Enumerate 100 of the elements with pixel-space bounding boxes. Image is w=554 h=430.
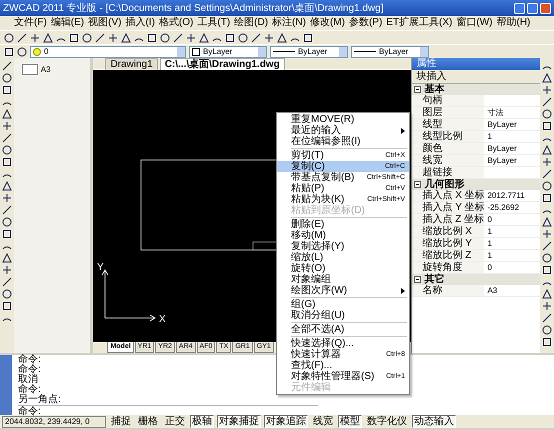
minimize-button[interactable]	[514, 2, 525, 14]
square-icon[interactable]	[69, 32, 79, 42]
menu-item[interactable]: 绘图(D)	[232, 17, 270, 29]
square-icon[interactable]	[225, 32, 235, 42]
menu-item[interactable]: 复制选择(Y)	[277, 241, 409, 252]
property-value[interactable]: 0	[487, 215, 492, 224]
circle-icon[interactable]	[542, 109, 552, 119]
status-toggle[interactable]: 动态输入	[412, 415, 456, 428]
menu-item[interactable]: 全部不选(A)	[277, 324, 409, 335]
status-toggle[interactable]: 线宽	[311, 415, 335, 428]
property-value[interactable]: ByLayer	[487, 120, 517, 129]
line-icon[interactable]	[2, 133, 12, 143]
triangle-icon[interactable]	[542, 217, 552, 227]
menu-item[interactable]: ET扩展工具(X)	[384, 17, 454, 29]
line-icon[interactable]	[542, 169, 552, 179]
square-icon[interactable]	[2, 229, 12, 239]
property-value[interactable]: 1	[487, 239, 492, 248]
cross-icon[interactable]	[2, 193, 12, 203]
circle-icon[interactable]	[542, 253, 552, 263]
menu-item[interactable]: 最近的输入	[277, 125, 409, 136]
menu-item[interactable]: 格式(O)	[156, 17, 196, 29]
menu-item[interactable]: 组(G)	[277, 299, 409, 310]
line-icon[interactable]	[173, 32, 183, 42]
line-icon[interactable]	[17, 32, 27, 42]
status-toggle[interactable]: 正交	[163, 415, 187, 428]
cross-icon[interactable]	[542, 157, 552, 167]
document-tab[interactable]: C:\...\桌面\Drawing1.dwg	[160, 58, 285, 70]
circle-icon[interactable]	[2, 145, 12, 155]
square-icon[interactable]	[542, 337, 552, 347]
square-icon[interactable]	[542, 121, 552, 131]
triangle-icon[interactable]	[542, 289, 552, 299]
triangle-icon[interactable]	[2, 181, 12, 191]
circle-icon[interactable]	[542, 325, 552, 335]
collapse-icon[interactable]	[414, 86, 422, 93]
property-value[interactable]: 1	[487, 227, 492, 236]
triangle-icon[interactable]	[199, 32, 209, 42]
menu-item[interactable]: 参数(P)	[346, 17, 384, 29]
menu-item[interactable]: 视图(V)	[86, 17, 124, 29]
circle-icon[interactable]	[238, 32, 248, 42]
square-icon[interactable]	[2, 301, 12, 311]
menu-item[interactable]: 标注(N)	[270, 17, 308, 29]
property-value[interactable]: 2012.7711	[487, 191, 525, 200]
menu-item[interactable]: 旋转(O)	[277, 263, 409, 274]
cross-icon[interactable]	[2, 121, 12, 131]
cross-icon[interactable]	[108, 32, 118, 42]
circle-icon[interactable]	[17, 46, 27, 56]
square-icon[interactable]	[2, 157, 12, 167]
layer-dropdown[interactable]: 0	[30, 46, 186, 58]
object-dropdown[interactable]: 块插入	[412, 70, 540, 84]
document-tab[interactable]: Drawing1	[105, 58, 158, 70]
cross-icon[interactable]	[30, 32, 40, 42]
circle-icon[interactable]	[2, 289, 12, 299]
cross-icon[interactable]	[2, 265, 12, 275]
square-icon[interactable]	[2, 85, 12, 95]
status-toggle[interactable]: 栅格	[136, 415, 160, 428]
property-value[interactable]: 1	[487, 132, 492, 141]
menu-item[interactable]: 窗口(W)	[454, 17, 494, 29]
menu-item[interactable]: 修改(M)	[308, 17, 347, 29]
maximize-button[interactable]	[527, 2, 538, 14]
property-value[interactable]: -25.2692	[487, 203, 520, 212]
line-icon[interactable]	[95, 32, 105, 42]
collapse-icon[interactable]	[414, 276, 422, 283]
close-button[interactable]	[540, 2, 551, 14]
status-toggle[interactable]: 数字化仪	[365, 415, 409, 428]
property-value[interactable]: 寸法	[487, 108, 504, 117]
triangle-icon[interactable]	[542, 73, 552, 83]
triangle-icon[interactable]	[542, 145, 552, 155]
square-icon[interactable]	[303, 32, 313, 42]
square-icon[interactable]	[542, 193, 552, 203]
triangle-icon[interactable]	[2, 109, 12, 119]
menu-item[interactable]: 移动(M)	[277, 230, 409, 241]
line-icon[interactable]	[2, 205, 12, 215]
menu-item[interactable]: 查找(F)...	[277, 360, 409, 371]
property-value[interactable]: ByLayer	[487, 156, 517, 165]
status-toggle[interactable]: 极轴	[190, 415, 214, 428]
circle-icon[interactable]	[82, 32, 92, 42]
menu-item[interactable]: 删除(E)	[277, 219, 409, 230]
menu-item[interactable]: 重复MOVE(R)	[277, 114, 409, 125]
property-dropdown[interactable]: ByLayer	[351, 46, 429, 58]
menu-item[interactable]: 取消分组(U)	[277, 310, 409, 321]
menu-item[interactable]: 缩放(L)	[277, 252, 409, 263]
property-value[interactable]: A3	[487, 286, 498, 295]
circle-icon[interactable]	[542, 181, 552, 191]
line-icon[interactable]	[2, 277, 12, 287]
cross-icon[interactable]	[542, 301, 552, 311]
circle-icon[interactable]	[4, 32, 14, 42]
menu-item[interactable]: 在位编辑参照(I)	[277, 136, 409, 147]
collapse-icon[interactable]	[414, 181, 422, 188]
square-icon[interactable]	[4, 46, 14, 56]
menu-item[interactable]: 绘图次序(W)	[277, 285, 409, 296]
menu-item[interactable]: 编辑(E)	[48, 17, 86, 29]
block-thumbnail[interactable]	[22, 64, 38, 75]
triangle-icon[interactable]	[43, 32, 53, 42]
property-dropdown[interactable]: ByLayer	[270, 46, 348, 58]
status-toggle[interactable]: 对象追踪	[264, 415, 308, 428]
line-icon[interactable]	[542, 97, 552, 107]
cross-icon[interactable]	[264, 32, 274, 42]
status-toggle[interactable]: 模型	[338, 415, 362, 428]
line-icon[interactable]	[251, 32, 261, 42]
triangle-icon[interactable]	[121, 32, 131, 42]
